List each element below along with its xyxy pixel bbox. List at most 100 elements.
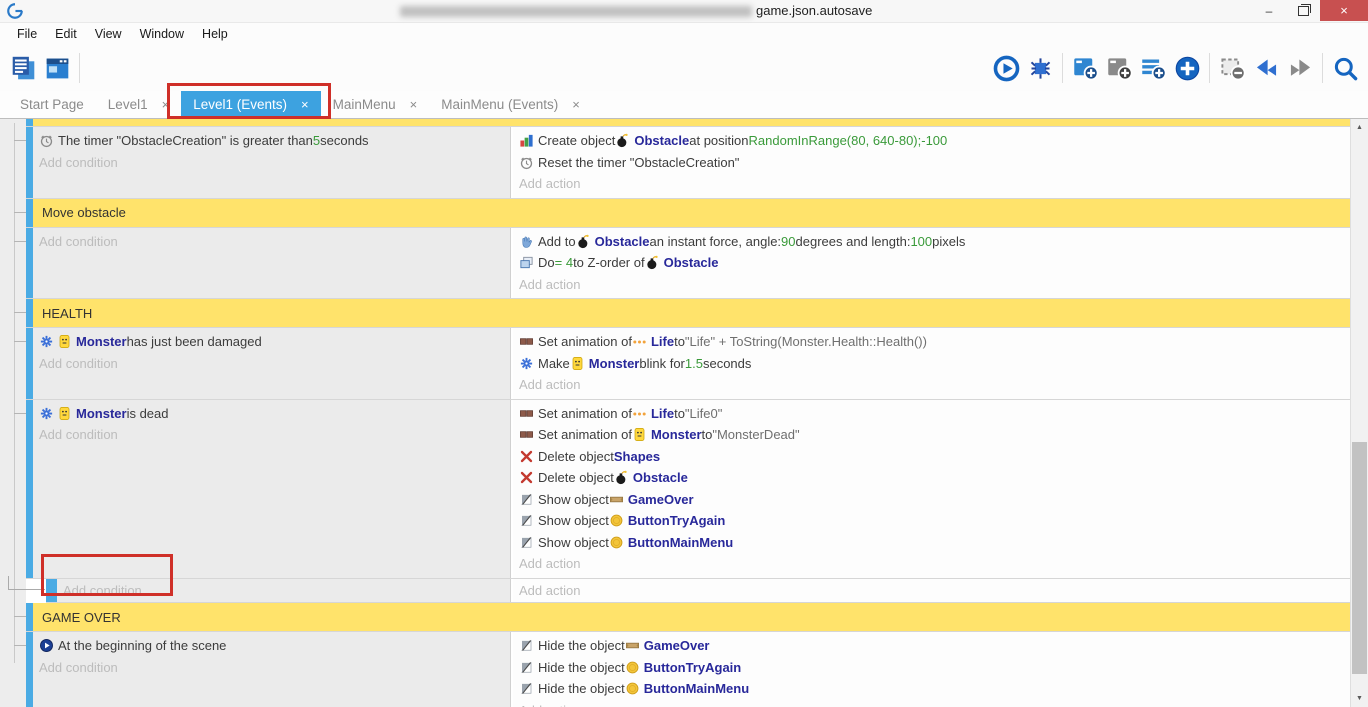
- action-line[interactable]: Set animation of Life to "Life" + ToStri…: [513, 331, 1351, 353]
- action-line[interactable]: Reset the timer "ObstacleCreation": [513, 152, 1351, 174]
- event-selection-bar: [26, 400, 33, 578]
- action-line[interactable]: Add to Obstacle an instant force, angle:…: [513, 231, 1351, 253]
- tab-mainmenu-events[interactable]: MainMenu (Events)×: [429, 91, 592, 118]
- action-line[interactable]: Show object ButtonMainMenu: [513, 532, 1351, 554]
- scroll-down-arrow[interactable]: ▼: [1351, 690, 1368, 707]
- tab-close-icon[interactable]: ×: [572, 97, 580, 112]
- text-segment: At the beginning of the scene: [58, 638, 226, 653]
- condition-line[interactable]: Monster has just been damaged: [33, 331, 510, 353]
- menu-file[interactable]: File: [8, 23, 46, 45]
- project-manager-button[interactable]: [6, 51, 40, 85]
- object-name: Life: [651, 406, 674, 421]
- object-name: Monster: [76, 334, 127, 349]
- add-action-button[interactable]: Add action: [513, 553, 1351, 575]
- add-action-button[interactable]: Add action: [513, 173, 1351, 195]
- action-line[interactable]: Delete object Shapes: [513, 446, 1351, 468]
- search-button[interactable]: [1328, 51, 1362, 85]
- tab-close-icon[interactable]: ×: [410, 97, 418, 112]
- restore-button[interactable]: [1286, 0, 1320, 21]
- tab-close-icon[interactable]: ×: [301, 97, 309, 112]
- undo-button[interactable]: [1249, 51, 1283, 85]
- action-line[interactable]: Hide the object ButtonMainMenu: [513, 678, 1351, 700]
- window-title: game.json.autosave: [756, 3, 872, 18]
- menu-window[interactable]: Window: [131, 23, 193, 45]
- menu-edit[interactable]: Edit: [46, 23, 86, 45]
- tab-level1[interactable]: Level1×: [96, 91, 181, 118]
- conditions-cell: Add condition: [33, 228, 511, 299]
- comment-row[interactable]: HEALTH: [26, 299, 1351, 328]
- add-comment-button[interactable]: [1136, 51, 1170, 85]
- redo-button[interactable]: [1283, 51, 1317, 85]
- add-condition-button[interactable]: Add condition: [33, 424, 510, 446]
- vertical-scrollbar[interactable]: ▲ ▼: [1350, 119, 1368, 707]
- event-highlight-bar: [26, 119, 33, 126]
- bomb-icon: [614, 470, 629, 485]
- event-row[interactable]: Monster has just been damagedAdd conditi…: [26, 328, 1351, 400]
- comment-label: GAME OVER: [33, 603, 121, 631]
- add-condition-button[interactable]: Add condition: [33, 657, 510, 679]
- action-line[interactable]: Delete object Obstacle: [513, 467, 1351, 489]
- add-circle-button[interactable]: [1170, 51, 1204, 85]
- action-line[interactable]: Show object ButtonTryAgain: [513, 510, 1351, 532]
- sub-event-row[interactable]: Add conditionAdd action: [46, 579, 1351, 604]
- event-row[interactable]: Monster is deadAdd conditionSet animatio…: [26, 400, 1351, 579]
- action-line[interactable]: Set animation of Monster to "MonsterDead…: [513, 424, 1351, 446]
- add-action-button[interactable]: Add action: [513, 700, 1351, 707]
- add-action-button[interactable]: Add action: [513, 274, 1351, 296]
- comment-row[interactable]: [26, 119, 1351, 127]
- tab-start-page[interactable]: Start Page: [8, 91, 96, 118]
- event-row[interactable]: The timer "ObstacleCreation" is greater …: [26, 127, 1351, 199]
- conditions-cell: Add condition: [57, 579, 511, 603]
- scrollbar-thumb[interactable]: [1352, 442, 1367, 674]
- comment-row[interactable]: Move obstacle: [26, 199, 1351, 228]
- action-line[interactable]: Show object GameOver: [513, 489, 1351, 511]
- zorder-icon: [519, 255, 534, 270]
- scroll-up-arrow[interactable]: ▲: [1351, 119, 1368, 136]
- tab-close-icon[interactable]: ×: [162, 97, 170, 112]
- action-line[interactable]: Hide the object ButtonTryAgain: [513, 657, 1351, 679]
- event-row[interactable]: Add conditionAdd to Obstacle an instant …: [26, 228, 1351, 300]
- scene-window-button[interactable]: [40, 51, 74, 85]
- monster-icon: [570, 356, 585, 371]
- add-condition-button[interactable]: Add condition: [57, 580, 510, 602]
- close-button[interactable]: ×: [1320, 0, 1368, 21]
- object-name: ButtonMainMenu: [628, 535, 733, 550]
- text-segment: Delete object: [538, 449, 614, 464]
- text-segment: The timer "ObstacleCreation" is greater …: [58, 133, 313, 148]
- banner-icon: [625, 638, 640, 653]
- bomb-icon: [615, 133, 630, 148]
- text-segment: is dead: [127, 406, 169, 421]
- remove-event-button[interactable]: [1215, 51, 1249, 85]
- condition-line[interactable]: The timer "ObstacleCreation" is greater …: [33, 130, 510, 152]
- add-action-button[interactable]: Add action: [513, 374, 1351, 396]
- minimize-button[interactable]: –: [1252, 0, 1286, 21]
- condition-line[interactable]: At the beginning of the scene: [33, 635, 510, 657]
- text-segment: has just been damaged: [127, 334, 262, 349]
- text-segment: at position: [689, 133, 748, 148]
- action-line[interactable]: Hide the object GameOver: [513, 635, 1351, 657]
- event-highlight-bar: [26, 299, 33, 327]
- add-action-button[interactable]: Add action: [513, 580, 1351, 602]
- play-button[interactable]: [989, 51, 1023, 85]
- event-row[interactable]: At the beginning of the scene Add conditi…: [26, 632, 1351, 707]
- add-event-button[interactable]: [1068, 51, 1102, 85]
- action-line[interactable]: Set animation of Life to "Life0": [513, 403, 1351, 425]
- add-condition-button[interactable]: Add condition: [33, 152, 510, 174]
- condition-line[interactable]: Monster is dead: [33, 403, 510, 425]
- menu-help[interactable]: Help: [193, 23, 237, 45]
- actions-cell: Hide the object GameOverHide the object …: [511, 632, 1351, 707]
- debug-button[interactable]: [1023, 51, 1057, 85]
- toolbar: [0, 45, 1368, 91]
- event-highlight-bar: [26, 603, 33, 631]
- action-line[interactable]: Make Monster blink for 1.5 seconds: [513, 353, 1351, 375]
- bomb-icon: [576, 234, 591, 249]
- comment-row[interactable]: GAME OVER: [26, 603, 1351, 632]
- action-line[interactable]: Do = 4 to Z-order of Obstacle: [513, 252, 1351, 274]
- menu-view[interactable]: View: [86, 23, 131, 45]
- add-subevent-button[interactable]: [1102, 51, 1136, 85]
- add-condition-button[interactable]: Add condition: [33, 231, 510, 253]
- tab-mainmenu[interactable]: MainMenu×: [321, 91, 430, 118]
- tab-level1-events[interactable]: Level1 (Events)×: [181, 91, 320, 118]
- add-condition-button[interactable]: Add condition: [33, 353, 510, 375]
- action-line[interactable]: Create object Obstacle at position Rando…: [513, 130, 1351, 152]
